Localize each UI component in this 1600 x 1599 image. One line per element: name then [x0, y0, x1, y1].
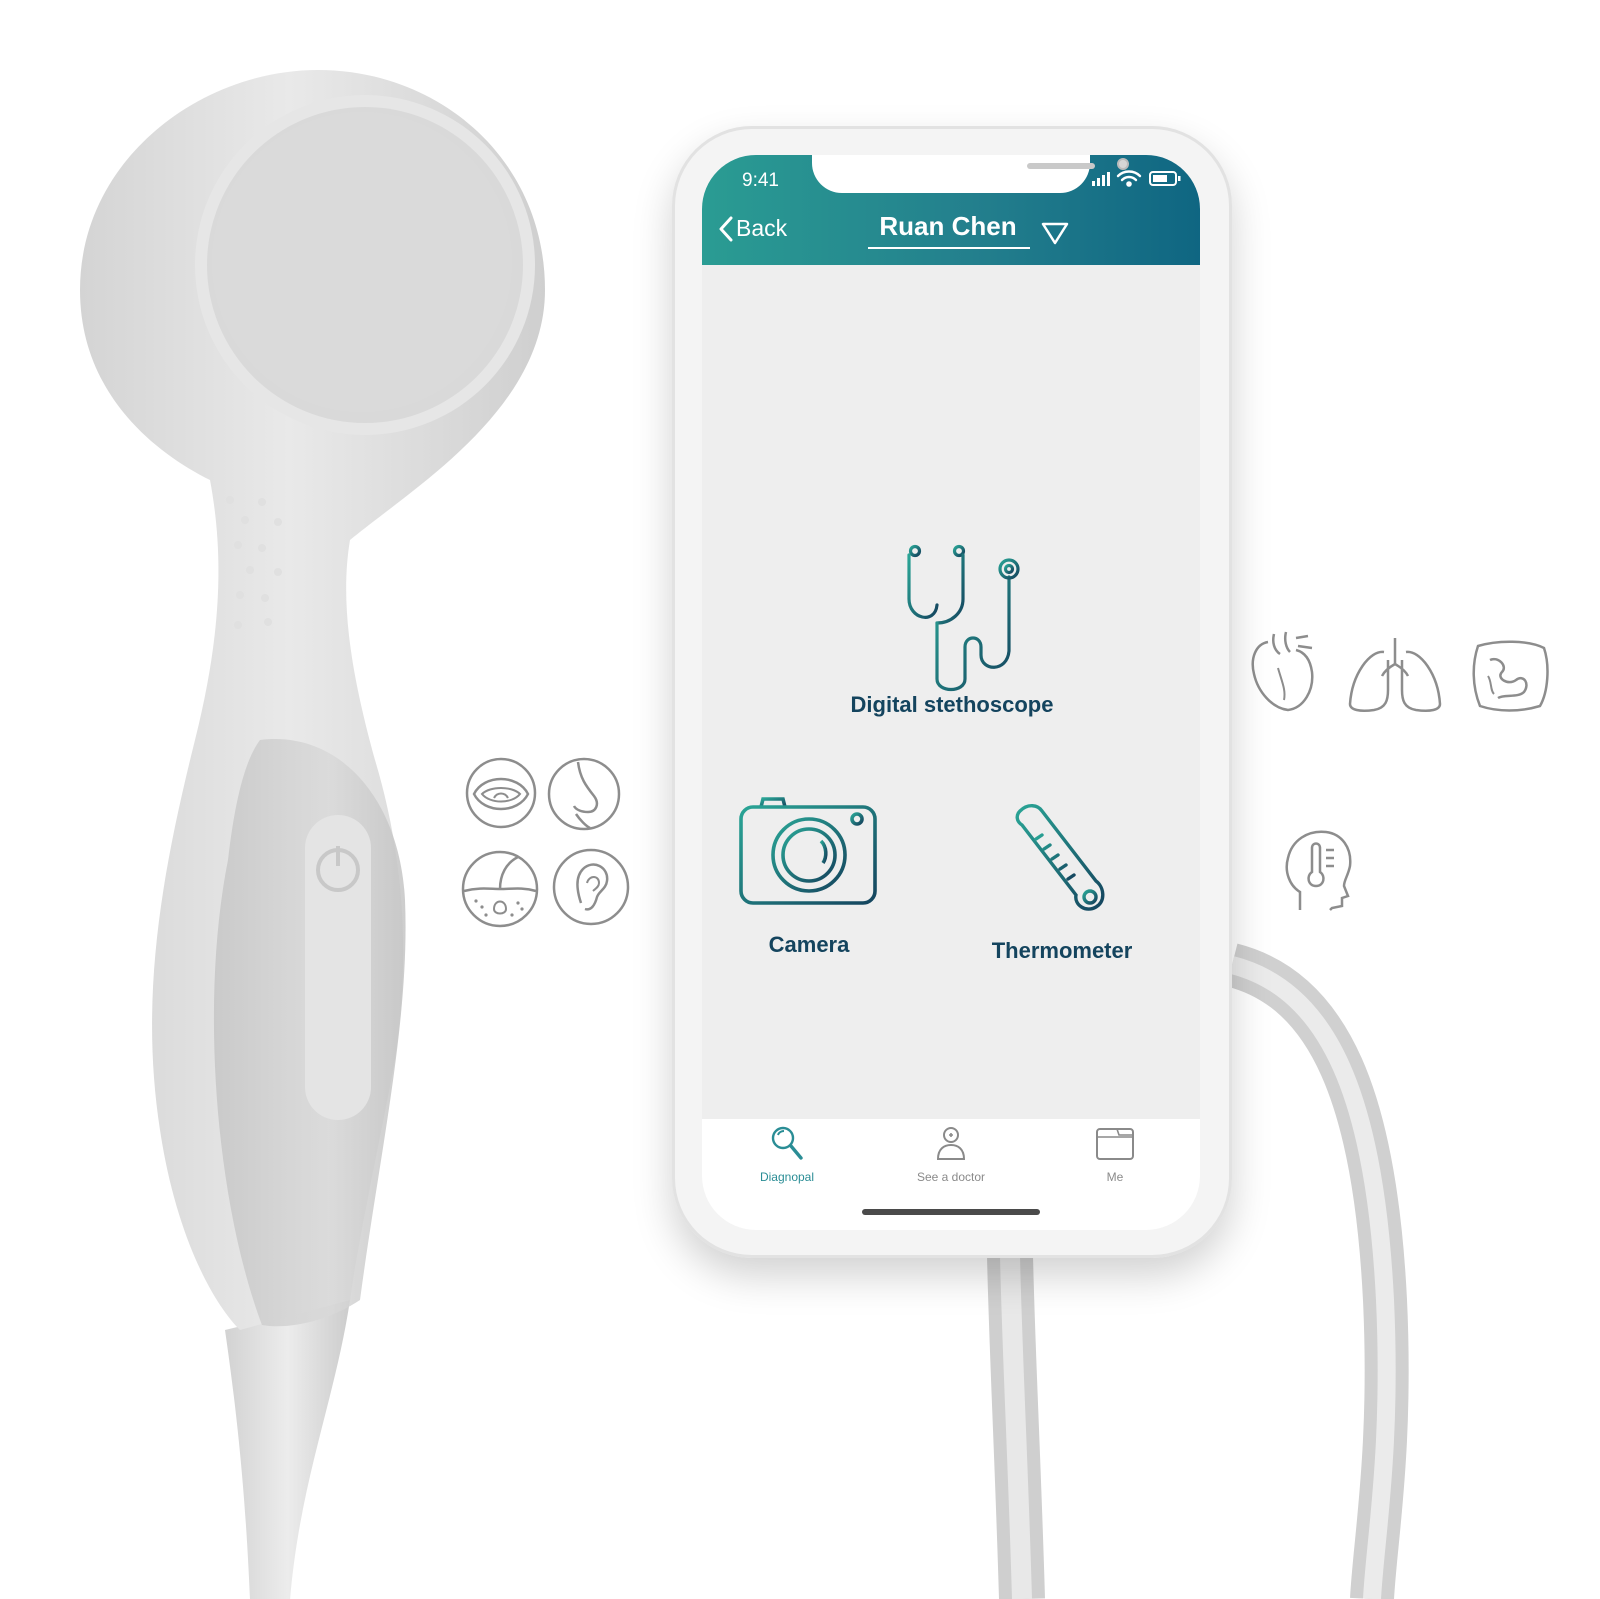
chevron-left-icon	[719, 216, 733, 241]
tab-label-see-a-doctor: See a doctor	[916, 1170, 986, 1184]
ear-icon	[552, 848, 630, 926]
stethoscope-icon	[901, 544, 1020, 692]
thermometer-icon	[1015, 804, 1105, 911]
doctor-icon	[936, 1127, 966, 1160]
signal-icon	[1092, 172, 1110, 186]
intestine-icon	[1472, 640, 1549, 712]
skin-icon	[461, 850, 539, 928]
app-header: 9:41 Back Ruan Chen	[702, 155, 1200, 265]
wifi-icon	[1116, 170, 1142, 187]
thermometer-label: Thermometer	[991, 938, 1133, 963]
chevron-down-icon[interactable]	[1041, 221, 1069, 245]
tab-me[interactable]: Me	[1040, 1125, 1190, 1184]
stethoscope-label: Digital stethoscope	[850, 692, 1054, 717]
head-temperature-icon	[1285, 830, 1352, 911]
camera-icon	[739, 797, 877, 905]
back-button[interactable]: Back	[718, 215, 787, 242]
user-name-underline	[868, 247, 1030, 249]
tab-label-me: Me	[1106, 1170, 1124, 1184]
tab-label-diagnopal: Diagnopal	[759, 1170, 815, 1184]
home-indicator	[862, 1209, 1040, 1215]
magnifier-icon	[771, 1126, 803, 1160]
mouth-icon	[465, 757, 537, 829]
status-icons	[1092, 170, 1181, 187]
camera-label: Camera	[768, 932, 850, 957]
feature-thermometer[interactable]: Thermometer	[962, 801, 1162, 964]
back-label: Back	[736, 215, 788, 241]
heart-icon	[1251, 631, 1314, 712]
tab-see-a-doctor[interactable]: See a doctor	[876, 1125, 1026, 1184]
phone-screen: 9:41 Back Ruan Chen Digital stethoscope …	[702, 155, 1200, 1230]
feature-camera[interactable]: Camera	[724, 795, 894, 958]
battery-icon	[1149, 171, 1181, 186]
feature-digital-stethoscope[interactable]: Digital stethoscope	[802, 543, 1102, 718]
folder-icon	[1096, 1128, 1134, 1160]
tab-diagnopal[interactable]: Diagnopal	[712, 1125, 862, 1184]
status-time: 9:41	[742, 170, 779, 191]
phone-notch	[812, 155, 1129, 193]
speaker-grille	[1027, 163, 1095, 169]
nose-icon	[547, 757, 621, 831]
stethoscope-device	[80, 70, 545, 1599]
lungs-icon	[1348, 638, 1442, 712]
user-name: Ruan Chen	[879, 211, 1017, 241]
